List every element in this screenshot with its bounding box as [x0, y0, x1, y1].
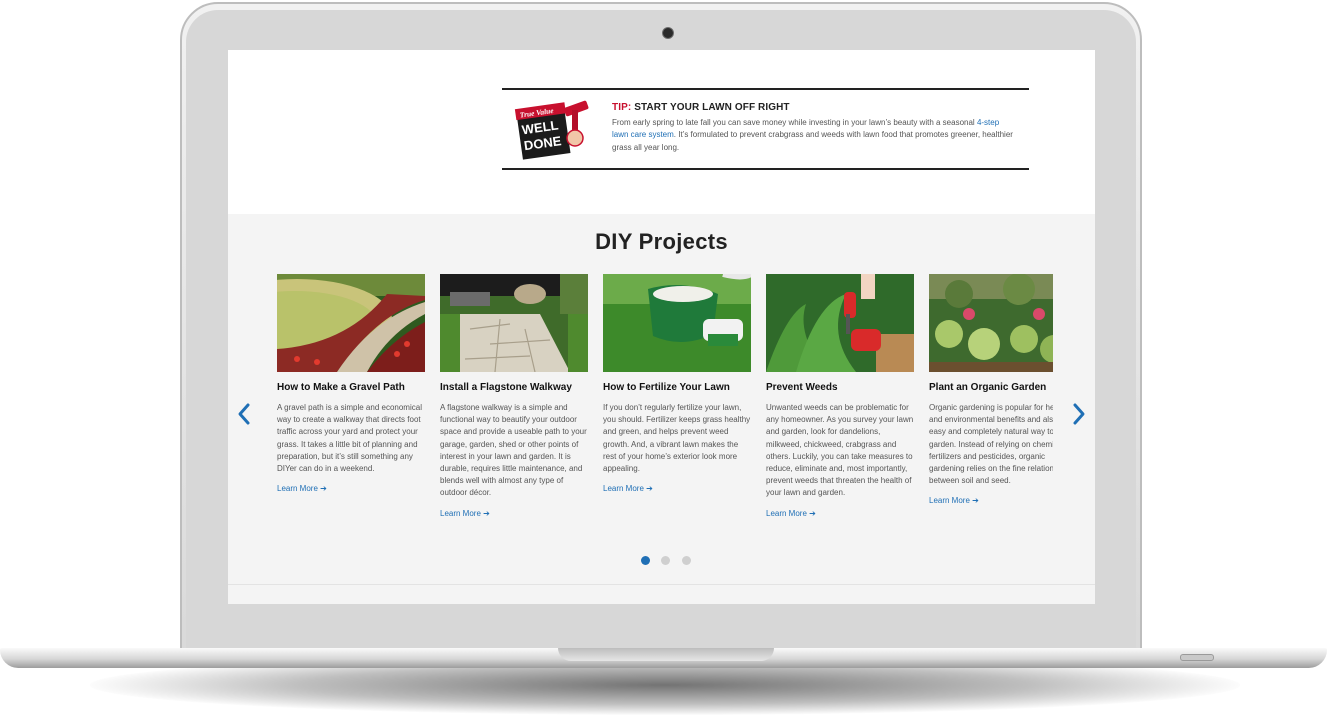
project-card: Plant an Organic Garden Organic gardenin… — [929, 274, 1053, 505]
card-description: A gravel path is a simple and economical… — [277, 403, 422, 474]
tip-heading: TIP: START YOUR LAWN OFF RIGHT — [612, 102, 790, 113]
card-title: Prevent Weeds — [766, 382, 838, 393]
laptop-indicator-light — [1180, 654, 1214, 661]
card-description: If you don’t regularly fertilize your la… — [603, 403, 751, 474]
project-card: Install a Flagstone Walkway A flagstone … — [440, 274, 588, 518]
card-title: Plant an Organic Garden — [929, 382, 1047, 393]
project-card: Prevent Weeds Unwanted weeds can be prob… — [766, 274, 914, 518]
card-description: A flagstone walkway is a simple and func… — [440, 403, 587, 498]
section-divider — [228, 584, 1095, 585]
card-title: How to Fertilize Your Lawn — [603, 382, 730, 393]
carousel-dot-1[interactable] — [641, 556, 650, 565]
organic-garden-image[interactable] — [929, 274, 1053, 372]
tip-body: From early spring to late fall you can s… — [612, 117, 1017, 154]
learn-more-link[interactable]: Learn More ➔ — [766, 509, 914, 518]
card-description: Unwanted weeds can be problematic for an… — [766, 403, 914, 498]
card-description: Organic gardening is popular for health … — [929, 403, 1053, 486]
carousel-dot-3[interactable] — [681, 556, 691, 565]
project-carousel: How to Make a Gravel Path A gravel path … — [277, 274, 1053, 554]
project-card: How to Make a Gravel Path A gravel path … — [277, 274, 425, 493]
card-title: Install a Flagstone Walkway — [440, 382, 572, 393]
diy-projects-section: DIY Projects How to Make a Gravel Path A… — [228, 214, 1095, 604]
project-card: How to Fertilize Your Lawn If you don’t … — [603, 274, 751, 493]
learn-more-link[interactable]: Learn More ➔ — [440, 509, 588, 518]
laptop-screen: True Value WELL DONE TIP: START YOUR LAW… — [228, 50, 1095, 604]
card-title: How to Make a Gravel Path — [277, 382, 405, 393]
tip-body-text-start: From early spring to late fall you can s… — [612, 118, 977, 127]
laptop-hinge-notch — [558, 648, 774, 661]
chevron-left-icon[interactable] — [236, 402, 252, 426]
carousel-dot-2[interactable] — [661, 556, 671, 565]
chevron-right-icon[interactable] — [1071, 402, 1087, 426]
prevent-weeds-image[interactable] — [766, 274, 914, 372]
flagstone-walkway-image[interactable] — [440, 274, 588, 372]
fertilize-lawn-image[interactable] — [603, 274, 751, 372]
learn-more-link[interactable]: Learn More ➔ — [929, 496, 1053, 505]
tip-label: TIP: — [612, 102, 632, 113]
section-title: DIY Projects — [595, 229, 728, 254]
gravel-path-image[interactable] — [277, 274, 425, 372]
learn-more-link[interactable]: Learn More ➔ — [603, 484, 751, 493]
carousel-pagination — [641, 552, 698, 565]
tip-title: START YOUR LAWN OFF RIGHT — [634, 102, 790, 113]
learn-more-link[interactable]: Learn More ➔ — [277, 484, 425, 493]
well-done-badge-logo: True Value WELL DONE — [514, 100, 589, 160]
tip-box: True Value WELL DONE TIP: START YOUR LAW… — [502, 88, 1029, 170]
webcam-icon — [662, 27, 674, 39]
